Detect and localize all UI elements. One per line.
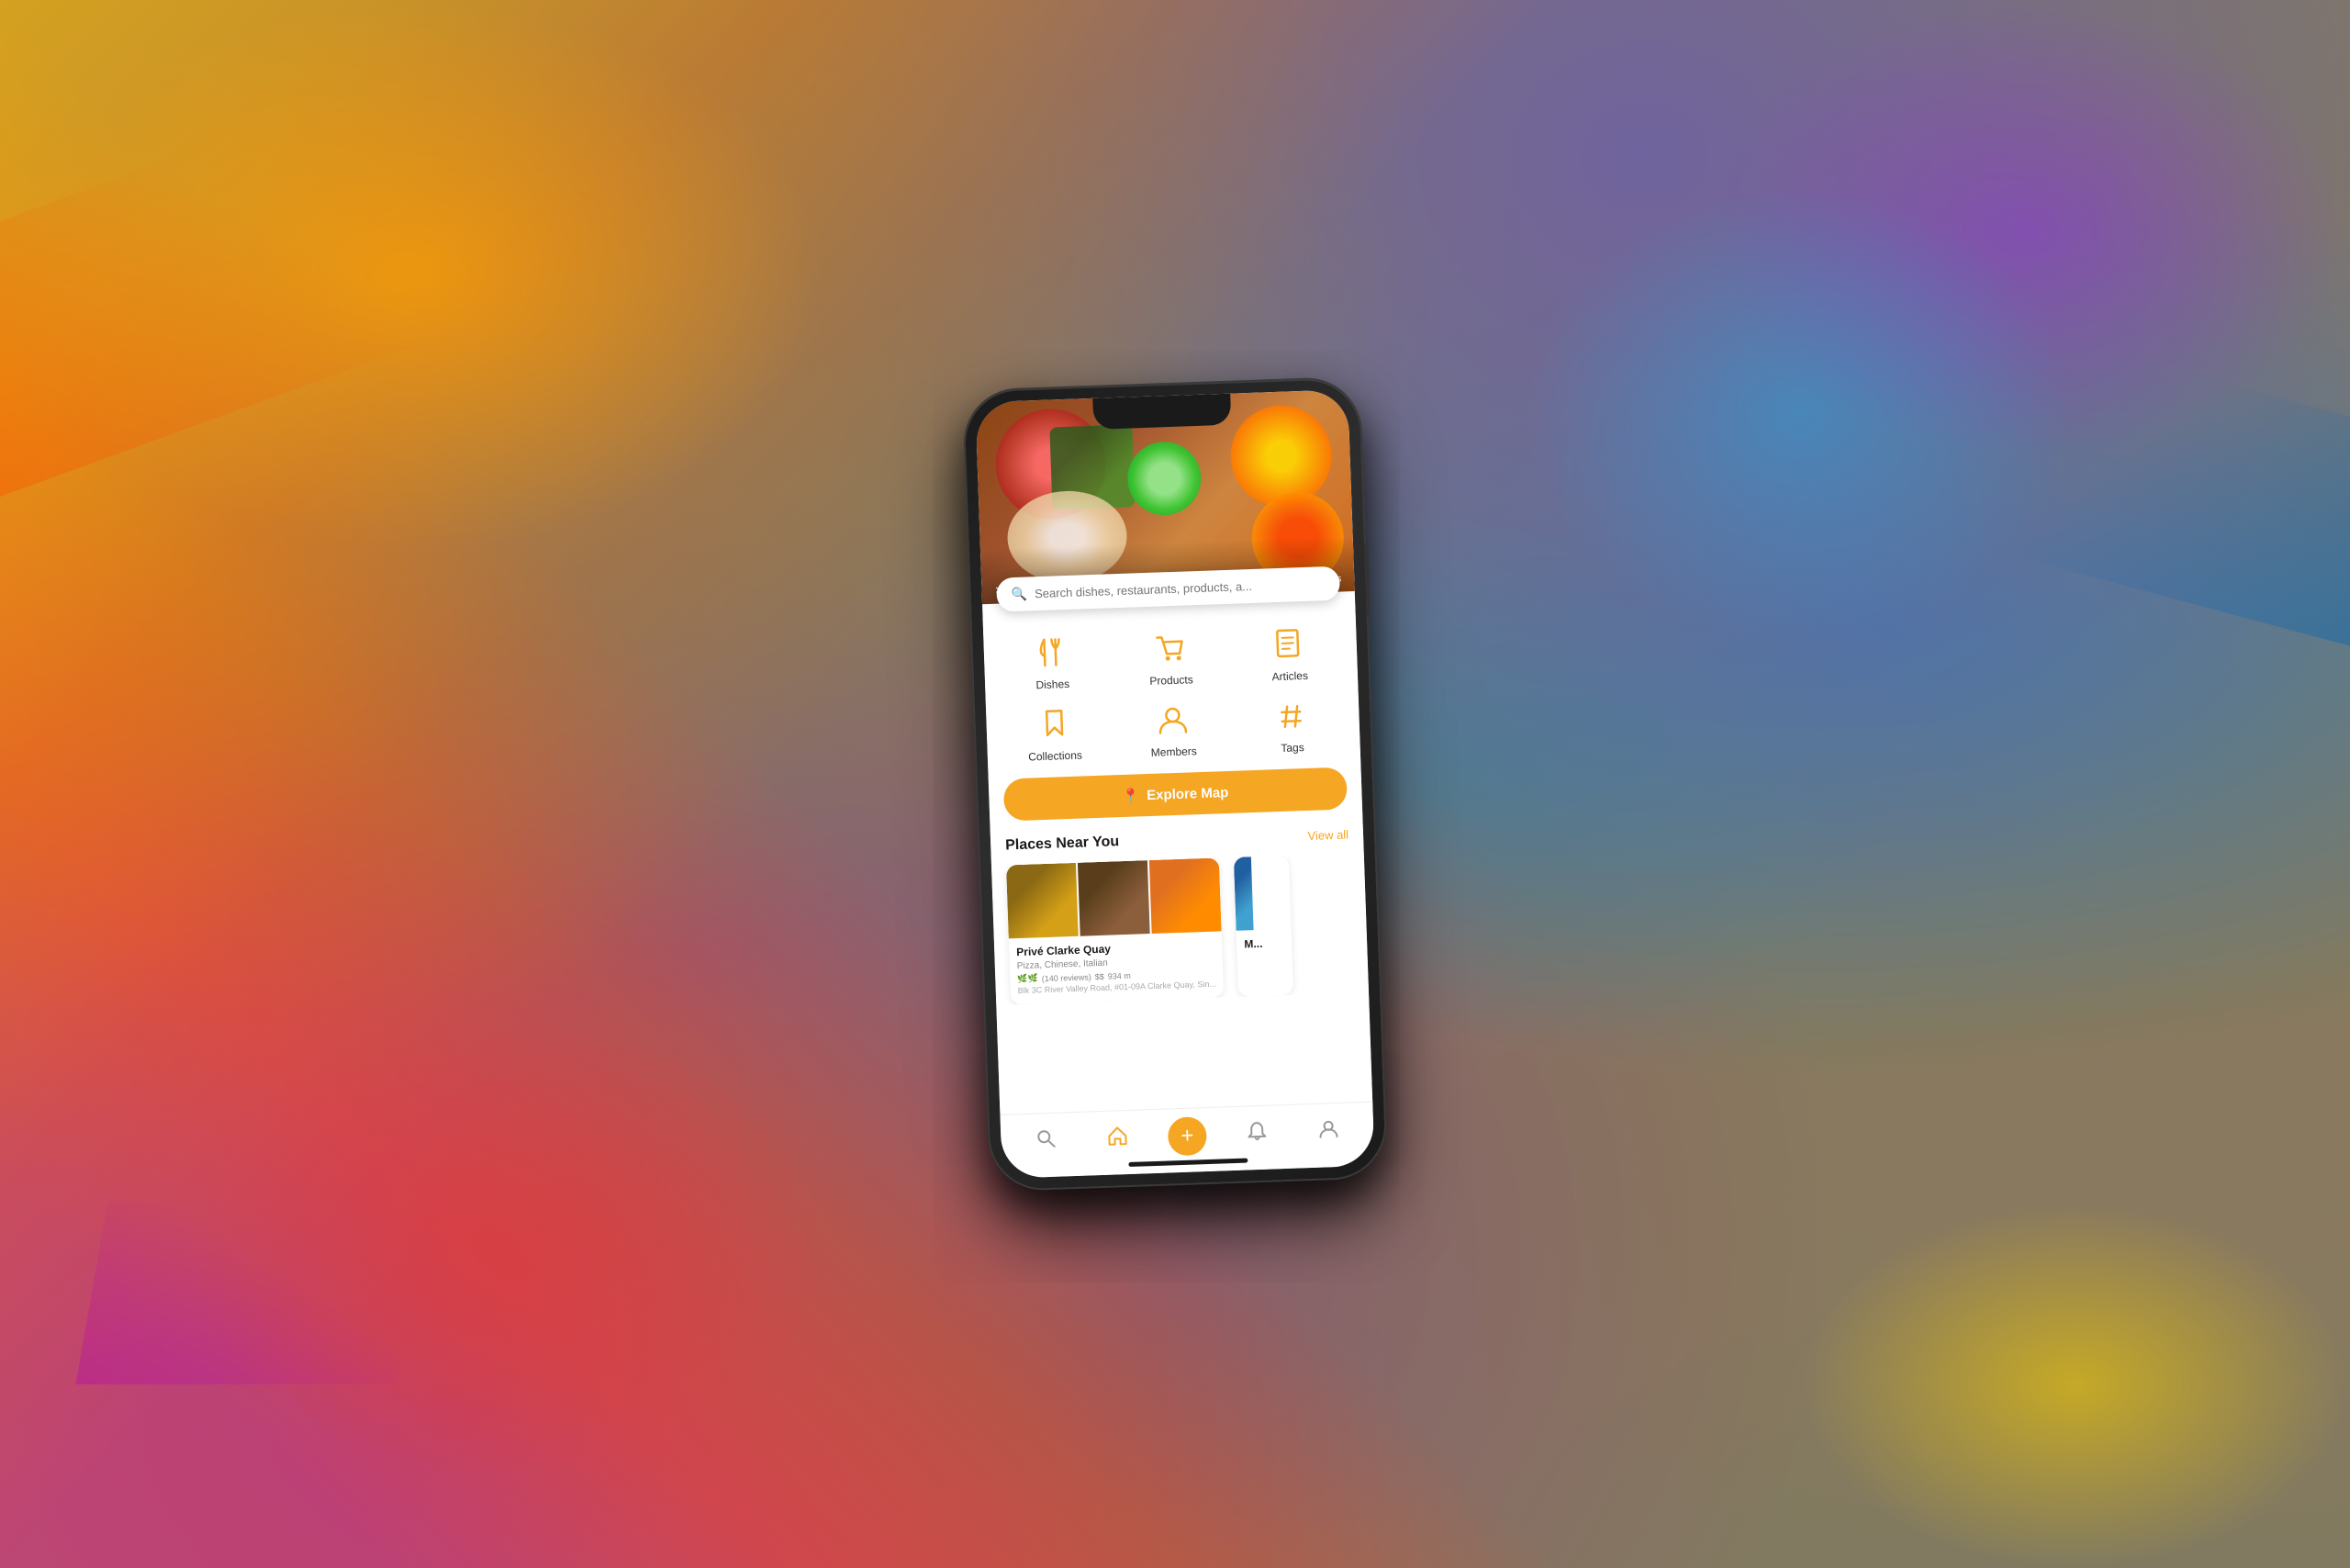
category-products[interactable]: Products: [1116, 626, 1224, 689]
content-area: Dishes Products: [983, 605, 1373, 1114]
nav-notifications[interactable]: [1236, 1114, 1279, 1153]
review-count: (140 reviews): [1042, 972, 1091, 983]
dishes-label: Dishes: [1035, 678, 1069, 691]
nav-profile[interactable]: [1307, 1112, 1350, 1150]
nav-search[interactable]: [1024, 1122, 1068, 1160]
collections-icon: [1034, 703, 1076, 745]
explore-map-button[interactable]: 📍 Explore Map: [1003, 767, 1348, 821]
place-img-1: [1006, 863, 1079, 939]
nav-add-button[interactable]: +: [1168, 1116, 1207, 1156]
bell-icon: [1247, 1120, 1268, 1147]
place-img-4: [1234, 857, 1253, 931]
nav-home[interactable]: [1096, 1119, 1139, 1158]
place-distance: 934 m: [1108, 970, 1131, 980]
category-members[interactable]: Members: [1119, 698, 1226, 760]
search-icon: 🔍: [1011, 586, 1027, 602]
place-name-2: M...: [1244, 936, 1284, 951]
plus-icon: +: [1181, 1123, 1194, 1148]
stars-icon: 🌿🌿: [1017, 973, 1038, 984]
place-images-2: [1234, 856, 1292, 931]
phone-device: ✕ Pink Aloah Bowl 👤 ezgis-essentials 🔍: [964, 378, 1386, 1190]
place-card-partial[interactable]: M...: [1234, 856, 1293, 997]
members-label: Members: [1151, 745, 1197, 759]
phone-notch: [1092, 394, 1231, 430]
phone-screen: ✕ Pink Aloah Bowl 👤 ezgis-essentials 🔍: [975, 389, 1374, 1179]
place-info: Privé Clarke Quay Pizza, Chinese, Italia…: [1009, 931, 1225, 1004]
food-item-citrus: [1229, 404, 1334, 509]
products-icon: [1149, 627, 1192, 669]
category-grid: Dishes Products: [983, 605, 1361, 774]
explore-map-pin-icon: 📍: [1122, 787, 1139, 804]
members-icon: [1152, 699, 1194, 741]
category-tags[interactable]: Tags: [1237, 694, 1346, 756]
profile-nav-icon: [1318, 1118, 1339, 1145]
scene-container: ✕ Pink Aloah Bowl 👤 ezgis-essentials 🔍: [0, 0, 2350, 1568]
place-card-prive[interactable]: Privé Clarke Quay Pizza, Chinese, Italia…: [1006, 857, 1224, 1004]
products-label: Products: [1149, 673, 1193, 688]
places-scroll[interactable]: Privé Clarke Quay Pizza, Chinese, Italia…: [991, 853, 1369, 1005]
bottom-navigation: +: [1000, 1102, 1374, 1179]
home-nav-icon: [1107, 1126, 1128, 1152]
dishes-icon: [1031, 632, 1073, 674]
category-articles[interactable]: Articles: [1236, 622, 1344, 685]
phone-shell: ✕ Pink Aloah Bowl 👤 ezgis-essentials 🔍: [964, 378, 1386, 1190]
collections-label: Collections: [1028, 749, 1082, 764]
place-images: [1006, 857, 1222, 938]
tags-label: Tags: [1281, 741, 1304, 755]
explore-map-label: Explore Map: [1147, 784, 1229, 802]
place-info-2: M...: [1237, 929, 1292, 961]
place-img-3: [1149, 857, 1222, 934]
price-indicator: $$: [1095, 971, 1104, 980]
tags-icon: [1270, 695, 1313, 737]
place-img-2: [1078, 860, 1150, 936]
view-all-link[interactable]: View all: [1307, 827, 1348, 843]
articles-label: Articles: [1271, 669, 1308, 683]
category-collections[interactable]: Collections: [1001, 702, 1108, 765]
articles-icon: [1268, 623, 1310, 666]
search-nav-icon: [1035, 1127, 1057, 1154]
search-input[interactable]: [1035, 577, 1326, 600]
food-item-kiwi: [1126, 441, 1203, 517]
category-dishes[interactable]: Dishes: [998, 631, 1105, 693]
places-title: Places Near You: [1005, 834, 1119, 854]
